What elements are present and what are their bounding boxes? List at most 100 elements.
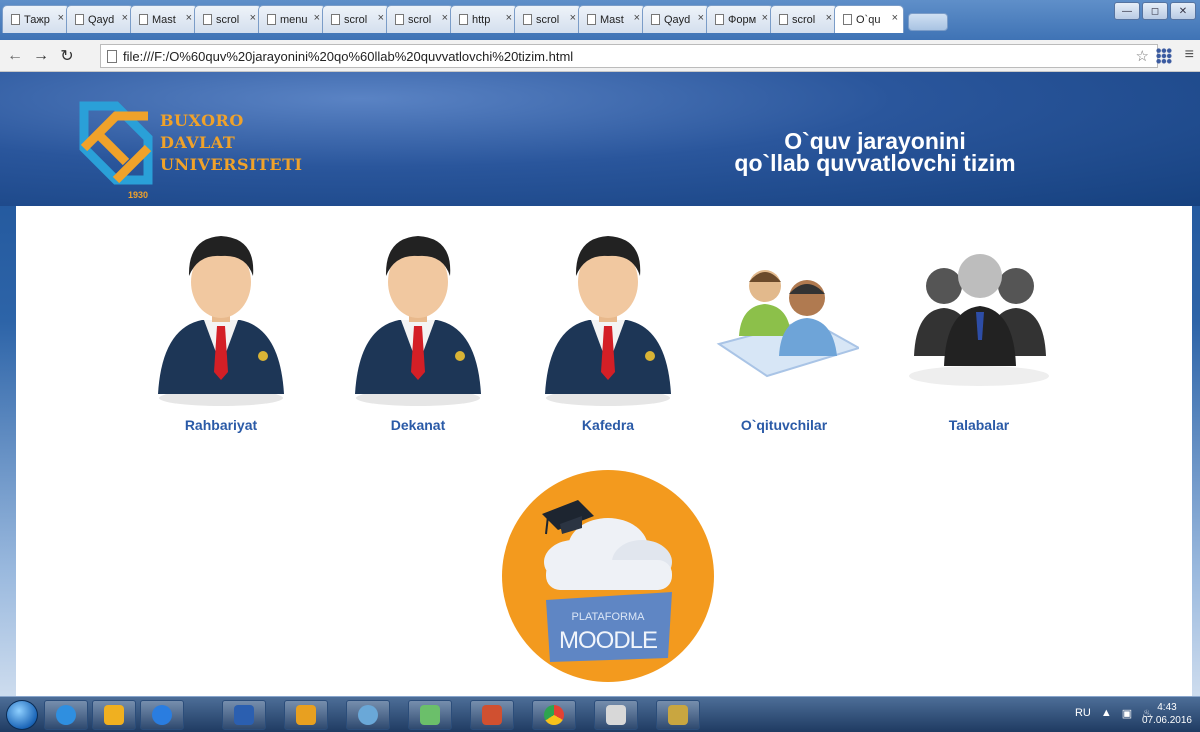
menu-card-label[interactable]: Talabalar <box>899 417 1059 433</box>
teachers-icon[interactable] <box>704 216 864 406</box>
close-tab-icon[interactable]: × <box>378 12 384 24</box>
app-taskbar-button[interactable] <box>346 700 390 730</box>
close-tab-icon[interactable]: × <box>570 12 576 24</box>
moodle-line-1: PLATAFORMA <box>572 611 646 623</box>
powerpoint-taskbar-button[interactable] <box>470 700 514 730</box>
page-icon <box>651 14 660 25</box>
window-controls: — ◻ ✕ <box>1114 2 1196 20</box>
menu-card[interactable]: Talabalar <box>899 216 1059 433</box>
tab-label: Тажр <box>24 13 50 26</box>
close-tab-icon[interactable]: × <box>698 12 704 24</box>
os-taskbar: RU ▲ ▣ ♨ 4:43 07.06.2016 <box>0 696 1200 732</box>
tab-label: scrol <box>408 13 432 26</box>
page-icon <box>395 14 404 25</box>
browser-tab[interactable]: scrol × <box>322 5 390 33</box>
menu-card-label[interactable]: Dekanat <box>338 417 498 433</box>
close-window-button[interactable]: ✕ <box>1170 2 1196 20</box>
media-player-taskbar-button[interactable] <box>140 700 184 730</box>
close-tab-icon[interactable]: × <box>442 12 448 24</box>
explorer-taskbar-button[interactable] <box>92 700 136 730</box>
browser-tab[interactable]: scrol × <box>194 5 262 33</box>
logo-year: 1930 <box>128 190 149 200</box>
menu-icon[interactable]: ≡ <box>1185 46 1194 64</box>
university-logo-icon <box>79 101 153 185</box>
network-icon[interactable]: ▣ <box>1122 707 1132 720</box>
word-taskbar-button[interactable] <box>222 700 266 730</box>
page-viewport: BUXORO DAVLAT UNIVERSITETI 1930 O`quv ja… <box>0 72 1200 696</box>
browser-tab[interactable]: Mast × <box>578 5 646 33</box>
browser-tab[interactable]: scrol × <box>514 5 582 33</box>
address-bar[interactable]: file:///F:/O%60quv%20jarayonini%20qo%60l… <box>100 44 1158 68</box>
page-icon <box>139 14 148 25</box>
page-title: O`quv jarayonini qo`llab quvvatlovchi ti… <box>700 128 1050 175</box>
apps-grid-icon[interactable] <box>1156 48 1172 64</box>
start-button[interactable] <box>6 700 38 730</box>
page-icon <box>267 14 276 25</box>
browser-tab[interactable]: Qayd × <box>642 5 710 33</box>
page-icon <box>203 14 212 25</box>
businessman-icon[interactable] <box>338 216 498 406</box>
logo-line-3: UNIVERSITETI <box>160 155 303 174</box>
browser-tab[interactable]: scrol × <box>770 5 838 33</box>
tab-label: Qayd <box>88 13 115 26</box>
editor-taskbar-button[interactable] <box>594 700 638 730</box>
browser-tab[interactable]: Тажр × <box>2 5 70 33</box>
close-tab-icon[interactable]: × <box>634 12 640 24</box>
menu-card[interactable]: Dekanat <box>338 216 498 433</box>
close-tab-icon[interactable]: × <box>506 12 512 24</box>
calculator-taskbar-button[interactable] <box>656 700 700 730</box>
menu-card-label[interactable]: Kafedra <box>528 417 688 433</box>
students-group-icon[interactable] <box>899 216 1059 406</box>
menu-card[interactable]: Rahbariyat <box>141 216 301 433</box>
moodle-link[interactable]: PLATAFORMA MOODLE <box>502 470 714 696</box>
close-tab-icon[interactable]: × <box>186 12 192 24</box>
page-icon <box>779 14 788 25</box>
clock-time: 4:43 <box>1157 702 1177 713</box>
menu-card-label[interactable]: Rahbariyat <box>141 417 301 433</box>
browser-tab[interactable]: http × <box>450 5 518 33</box>
close-tab-icon[interactable]: × <box>762 12 768 24</box>
notepad-taskbar-button[interactable] <box>408 700 452 730</box>
browser-tab[interactable]: Qayd × <box>66 5 134 33</box>
chrome-taskbar-button[interactable] <box>532 700 576 730</box>
browser-tab[interactable]: menu × <box>258 5 326 33</box>
browser-tab-strip: Тажр × Qayd × Mast × scrol × menu × scrol × scrol × ht… <box>0 0 1200 40</box>
tab-label: scrol <box>792 13 816 26</box>
page-icon <box>75 14 84 25</box>
close-tab-icon[interactable]: × <box>892 12 898 24</box>
minimize-button[interactable]: — <box>1114 2 1140 20</box>
clock[interactable]: 4:43 07.06.2016 <box>1142 701 1192 727</box>
businessman-icon[interactable] <box>141 216 301 406</box>
browser-tab[interactable]: scrol × <box>386 5 454 33</box>
pdf-taskbar-button[interactable] <box>284 700 328 730</box>
bookmark-star-icon[interactable]: ☆ <box>1136 47 1149 65</box>
businessman-icon[interactable] <box>528 216 688 406</box>
maximize-button[interactable]: ◻ <box>1142 2 1168 20</box>
browser-tab[interactable]: Форм × <box>706 5 774 33</box>
logo-line-1: BUXORO <box>160 111 244 130</box>
language-indicator[interactable]: RU <box>1075 707 1091 720</box>
tray-arrow-icon[interactable]: ▲ <box>1101 707 1112 720</box>
clock-date: 07.06.2016 <box>1141 715 1192 726</box>
browser-tab[interactable]: Mast × <box>130 5 198 33</box>
menu-card[interactable]: O`qituvchilar <box>704 216 864 433</box>
new-tab-button[interactable] <box>908 13 948 31</box>
close-tab-icon[interactable]: × <box>826 12 832 24</box>
page-title-line-1: O`quv jarayonini <box>784 128 966 154</box>
close-tab-icon[interactable]: × <box>250 12 256 24</box>
logo-line-2: DAVLAT <box>160 133 236 152</box>
main-content: Rahbariyat Dekanat Kafedra O`qituvchilar Tal… <box>16 206 1192 696</box>
reload-icon[interactable]: ↻ <box>56 45 78 67</box>
menu-card[interactable]: Kafedra <box>528 216 688 433</box>
close-tab-icon[interactable]: × <box>122 12 128 24</box>
forward-icon[interactable]: → <box>30 45 52 67</box>
browser-tab[interactable]: O`qu × <box>834 5 904 33</box>
tab-label: scrol <box>536 13 560 26</box>
page-icon <box>459 14 468 25</box>
ie-taskbar-button[interactable] <box>44 700 88 730</box>
menu-card-label[interactable]: O`qituvchilar <box>704 417 864 433</box>
tab-label: scrol <box>216 13 240 26</box>
close-tab-icon[interactable]: × <box>314 12 320 24</box>
back-icon[interactable]: ← <box>4 45 26 67</box>
close-tab-icon[interactable]: × <box>58 12 64 24</box>
